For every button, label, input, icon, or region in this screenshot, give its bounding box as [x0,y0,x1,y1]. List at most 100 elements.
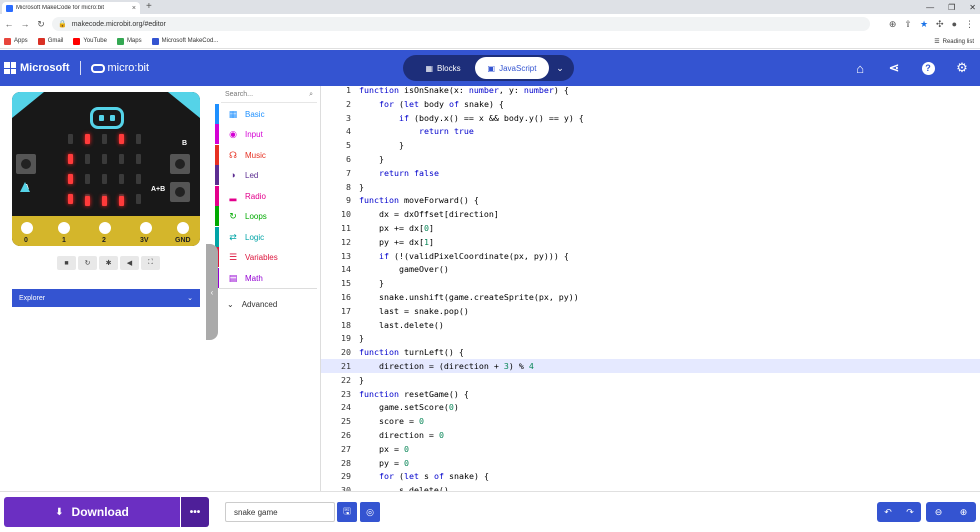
debug-icon[interactable]: ✱ [99,256,118,270]
code-editor[interactable]: 1 function isOnSnake(x: number, y: number… [321,86,980,491]
browser-tab[interactable]: Microsoft MakeCode for micro:bit × [2,2,140,14]
code-line[interactable]: 1 function isOnSnake(x: number, y: number… [321,86,980,97]
code-line[interactable]: 2 for (let body of snake) { [321,97,980,111]
code-line[interactable]: 15 } [321,276,980,290]
more-options-button[interactable]: ••• [181,497,209,527]
javascript-mode-button[interactable]: ▣ JavaScript [475,57,549,79]
brand-logo[interactable]: Microsoft micro:bit [4,61,149,75]
code-line[interactable]: 26 direction = 0 [321,428,980,442]
github-icon: ◎ [366,506,374,517]
bookmark-star-icon[interactable]: ★ [920,19,928,30]
explorer-dropdown[interactable]: Explorer ⌄ [12,289,200,307]
code-line[interactable]: 24 game.setScore(0) [321,400,980,414]
zoom-in-icon[interactable]: ⊕ [951,502,976,522]
code-line[interactable]: 28 py = 0 [321,456,980,470]
stop-icon[interactable]: ■ [57,256,76,270]
bookmark-apps[interactable]: Apps [4,37,28,45]
button-b[interactable] [170,154,190,174]
code-line[interactable]: 9 function moveForward() { [321,193,980,207]
reload-icon[interactable]: ↻ [34,19,48,30]
share-icon[interactable]: ⇪ [904,19,912,30]
reading-list[interactable]: ☰ Reading list [934,34,974,49]
blocks-mode-button[interactable]: ▦ Blocks [413,58,473,78]
redo-icon[interactable]: ↷ [899,502,921,522]
code-line[interactable]: 8} [321,180,980,194]
url-input[interactable]: 🔒 makecode.microbit.org/#editor [52,17,870,31]
settings-icon[interactable]: ⚙ [952,58,972,78]
code-line[interactable]: 4 return true [321,124,980,138]
close-tab-icon[interactable]: × [132,5,136,12]
category-variables[interactable]: ☰ Variables [215,247,321,267]
code-line[interactable]: 11 px += dx[0] [321,221,980,235]
code-line[interactable]: 19} [321,331,980,345]
extensions-icon[interactable]: ✣ [936,19,944,30]
code-line[interactable]: 13 if (!(validPixelCoordinate(px, py))) … [321,249,980,263]
category-math[interactable]: ▤ Math [215,268,321,288]
toolbox-search-input[interactable]: Search... ⌕ [221,89,317,103]
close-window-icon[interactable]: ✕ [969,3,976,12]
bookmark-label: YouTube [83,38,107,44]
pin-hole[interactable] [97,220,113,236]
help-icon: ? [921,61,935,75]
category-input[interactable]: ◉ Input [215,124,321,144]
code-line[interactable]: 20 function turnLeft() { [321,345,980,359]
code-line[interactable]: 29 for (let s of snake) { [321,469,980,483]
code-line[interactable]: 18 last.delete() [321,318,980,332]
code-line[interactable]: 30 s.delete() [321,483,980,491]
code-line[interactable]: 12 py += dx[1] [321,235,980,249]
minimize-icon[interactable]: — [926,3,934,12]
category-basic[interactable]: ▦ Basic [215,104,321,124]
share-icon[interactable]: ⋖ [884,58,904,78]
menu-icon[interactable]: ⋮ [965,19,974,30]
bookmark-makecode[interactable]: Microsoft MakeCod... [151,37,218,45]
bookmark-gmail[interactable]: Gmail [37,37,63,45]
install-icon[interactable]: ⊕ [889,19,897,30]
profile-icon[interactable]: ● [952,19,957,29]
help-button[interactable]: ? [918,58,938,78]
collapse-simulator-button[interactable]: ‹ [206,244,218,340]
pin-hole[interactable] [19,220,35,236]
home-icon[interactable]: ⌂ [850,58,870,78]
project-name-input[interactable]: snake game [225,502,335,522]
button-ab[interactable] [170,182,190,202]
bookmark-maps[interactable]: Maps [116,37,142,45]
code-line[interactable]: 5 } [321,138,980,152]
category-radio[interactable]: ▂ Radio [215,186,321,206]
fullscreen-icon[interactable]: ⛶ [141,256,160,270]
code-line[interactable]: 17 last = snake.pop() [321,304,980,318]
category-music[interactable]: ☊ Music [215,145,321,165]
pin-hole[interactable] [175,220,191,236]
code-line[interactable]: 3 if (body.x() == x && body.y() == y) { [321,111,980,125]
language-dropdown-button[interactable]: ⌄ [550,58,570,78]
download-button[interactable]: ⬇ Download [4,497,180,527]
zoom-out-icon[interactable]: ⊖ [926,502,951,522]
code-line[interactable]: 16 snake.unshift(game.createSprite(px, p… [321,290,980,304]
github-button[interactable]: ◎ [360,502,380,522]
pin-hole[interactable] [138,220,154,236]
pin-hole[interactable] [56,220,72,236]
code-line[interactable]: 14 gameOver() [321,262,980,276]
maximize-icon[interactable]: ❐ [948,3,955,12]
save-button[interactable]: 🖫 [337,502,357,522]
back-icon[interactable]: ← [2,19,16,29]
category-logic[interactable]: ⇄ Logic [215,227,321,247]
code-line[interactable]: 23 function resetGame() { [321,387,980,401]
bookmark-youtube[interactable]: YouTube [73,37,107,45]
code-line[interactable]: 27 px = 0 [321,442,980,456]
undo-icon[interactable]: ↶ [877,502,899,522]
microbit-board[interactable]: A B A+B 0 1 2 3V GND [12,92,200,246]
code-line[interactable]: 6 } [321,152,980,166]
category-loops[interactable]: ↻ Loops [215,206,321,226]
code-line[interactable]: 10 dx = dxOffset[direction] [321,207,980,221]
button-a[interactable] [16,154,36,174]
category-advanced[interactable]: ⌄ Advanced [215,294,321,314]
restart-icon[interactable]: ↻ [78,256,97,270]
new-tab-icon[interactable]: + [146,1,152,13]
code-line[interactable]: 22} [321,373,980,387]
category-led[interactable]: ◑ Led [215,165,321,185]
mute-icon[interactable]: ◀ [120,256,139,270]
forward-icon[interactable]: → [18,19,32,29]
code-line[interactable]: 7 return false [321,166,980,180]
code-line[interactable]: 21 direction = (direction + 3) % 4 [321,359,980,373]
code-line[interactable]: 25 score = 0 [321,414,980,428]
